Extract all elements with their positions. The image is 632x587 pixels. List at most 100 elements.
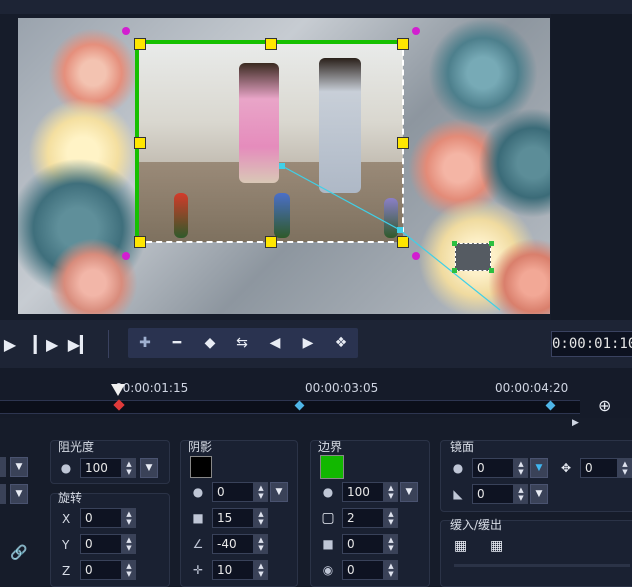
rotate-handle[interactable] [122, 27, 130, 35]
dropdown-button[interactable]: ▼ [10, 484, 28, 504]
shadow-angle-input[interactable]: -40 [212, 534, 254, 554]
ease-title: 缓入/缓出 [450, 518, 503, 532]
end-position-box[interactable] [455, 243, 491, 271]
spin-arrows[interactable]: ▲ ▼ [618, 458, 632, 478]
partial-spin[interactable] [0, 457, 6, 477]
mirror-offset-input[interactable]: 0 [580, 458, 618, 478]
opacity-input[interactable]: 100 [80, 458, 122, 478]
next-frame-icon[interactable]: ▎▶ [34, 330, 59, 358]
border-soft-spinner[interactable]: 0 ▲ ▼ [342, 534, 398, 554]
spin-arrows[interactable]: ▲ ▼ [384, 560, 398, 580]
mirror-offset-spinner[interactable]: 0 ▲ ▼ [580, 458, 632, 478]
rotation-z-spinner[interactable]: 0 ▲ ▼ [80, 560, 136, 580]
skip-end-icon[interactable]: ▶▎ [68, 330, 93, 358]
keyframe-timeline[interactable] [0, 400, 580, 414]
shadow-distance-input[interactable]: 10 [212, 560, 254, 580]
opacity-spinner[interactable]: 100 ▲ ▼ [80, 458, 136, 478]
opacity-dropdown[interactable]: ▼ [140, 458, 158, 478]
border-soft-input[interactable]: 0 [342, 534, 384, 554]
scroll-right-icon[interactable]: ▶ [572, 418, 579, 428]
copy-keyframe-icon[interactable]: ❖ [327, 331, 355, 355]
border-title: 边界 [318, 440, 343, 454]
border-soft-icon: ■ [322, 537, 334, 551]
spin-arrows[interactable]: ▲ ▼ [254, 560, 268, 580]
end-box-handle[interactable] [452, 268, 457, 273]
resize-handle-bottom-left[interactable] [134, 236, 146, 248]
shadow-opacity-input[interactable]: 0 [212, 482, 254, 502]
mirror-opacity-input[interactable]: 0 [472, 458, 514, 478]
border-corner-input[interactable]: 0 [342, 560, 384, 580]
resize-handle-right[interactable] [397, 137, 409, 149]
resize-handle-top[interactable] [265, 38, 277, 50]
border-dropdown[interactable]: ▼ [400, 482, 418, 502]
shadow-title: 阴影 [188, 440, 213, 454]
timecode-display[interactable]: 0:00:01:10 [551, 331, 632, 357]
border-opacity-spinner[interactable]: 100 ▲ ▼ [342, 482, 398, 502]
shadow-opacity-spinner[interactable]: 0 ▲ ▼ [212, 482, 268, 502]
rotate-handle[interactable] [412, 27, 420, 35]
end-box-handle[interactable] [489, 241, 494, 246]
next-keyframe-icon[interactable]: ▶ [294, 331, 322, 355]
shadow-distance-spinner[interactable]: 10 ▲ ▼ [212, 560, 268, 580]
spin-arrows[interactable]: ▲ ▼ [122, 534, 136, 554]
mirror-fade-dropdown[interactable]: ▼ [530, 484, 548, 504]
rotate-handle[interactable] [122, 252, 130, 260]
play-icon[interactable]: ▶ [0, 330, 20, 358]
zoom-icon[interactable]: ⊕ [598, 396, 618, 416]
partial-spin[interactable] [0, 484, 6, 504]
rotation-title: 旋转 [58, 491, 83, 505]
shadow-dropdown[interactable]: ▼ [270, 482, 288, 502]
rotation-y-input[interactable]: 0 [80, 534, 122, 554]
border-width-spinner[interactable]: 2 ▲ ▼ [342, 508, 398, 528]
spin-arrows[interactable]: ▲ ▼ [122, 560, 136, 580]
ease-in-icon[interactable]: ▦ [454, 538, 470, 554]
ease-slider-track[interactable] [454, 564, 630, 567]
spin-arrows[interactable]: ▲ ▼ [384, 482, 398, 502]
prev-keyframe-icon[interactable]: ◀ [261, 331, 289, 355]
spin-arrows[interactable]: ▲ ▼ [384, 508, 398, 528]
resize-handle-left[interactable] [134, 137, 146, 149]
shadow-angle-icon: ∠ [192, 537, 204, 551]
border-opacity-icon: ● [322, 485, 334, 499]
border-opacity-input[interactable]: 100 [342, 482, 384, 502]
border-corner-spinner[interactable]: 0 ▲ ▼ [342, 560, 398, 580]
mirror-fade-spinner[interactable]: 0 ▲ ▼ [472, 484, 528, 504]
spin-arrows[interactable]: ▲ ▼ [384, 534, 398, 554]
rotation-y-spinner[interactable]: 0 ▲ ▼ [80, 534, 136, 554]
top-strip [0, 0, 632, 14]
shadow-blur-input[interactable]: 15 [212, 508, 254, 528]
reverse-keyframe-icon[interactable]: ◆ [196, 331, 224, 355]
spin-arrows[interactable]: ▲ ▼ [122, 458, 136, 478]
rotation-z-input[interactable]: 0 [80, 560, 122, 580]
spin-arrows[interactable]: ▲ ▼ [254, 534, 268, 554]
spin-arrows[interactable]: ▲ ▼ [122, 508, 136, 528]
rotation-x-input[interactable]: 0 [80, 508, 122, 528]
shadow-angle-spinner[interactable]: -40 ▲ ▼ [212, 534, 268, 554]
border-color-swatch[interactable] [320, 455, 344, 479]
mirror-dropdown[interactable]: ▼ [530, 458, 548, 478]
border-width-input[interactable]: 2 [342, 508, 384, 528]
rotation-x-spinner[interactable]: 0 ▲ ▼ [80, 508, 136, 528]
mirror-opacity-spinner[interactable]: 0 ▲ ▼ [472, 458, 528, 478]
end-box-handle[interactable] [489, 268, 494, 273]
add-keyframe-icon[interactable]: ✚ [131, 331, 159, 355]
ease-out-icon[interactable]: ▦ [490, 538, 506, 554]
spin-arrows[interactable]: ▲ ▼ [254, 508, 268, 528]
mirror-fade-input[interactable]: 0 [472, 484, 514, 504]
spin-arrows[interactable]: ▲ ▼ [254, 482, 268, 502]
dropdown-button[interactable]: ▼ [10, 457, 28, 477]
shadow-blur-spinner[interactable]: 15 ▲ ▼ [212, 508, 268, 528]
end-box-handle[interactable] [452, 241, 457, 246]
link-icon[interactable]: 🔗 [10, 545, 27, 561]
motion-path[interactable] [270, 150, 520, 320]
spin-arrows[interactable]: ▲ ▼ [514, 484, 528, 504]
shadow-color-swatch[interactable] [190, 456, 212, 478]
remove-keyframe-icon[interactable]: ━ [163, 331, 191, 355]
swap-keyframe-icon[interactable]: ⇆ [228, 331, 256, 355]
resize-handle-top-left[interactable] [134, 38, 146, 50]
resize-handle-top-right[interactable] [397, 38, 409, 50]
mirror-title: 镜面 [450, 440, 475, 454]
spin-arrows[interactable]: ▲ ▼ [514, 458, 528, 478]
toolbar-divider [108, 330, 109, 358]
shadow-opacity-icon: ● [192, 485, 204, 499]
